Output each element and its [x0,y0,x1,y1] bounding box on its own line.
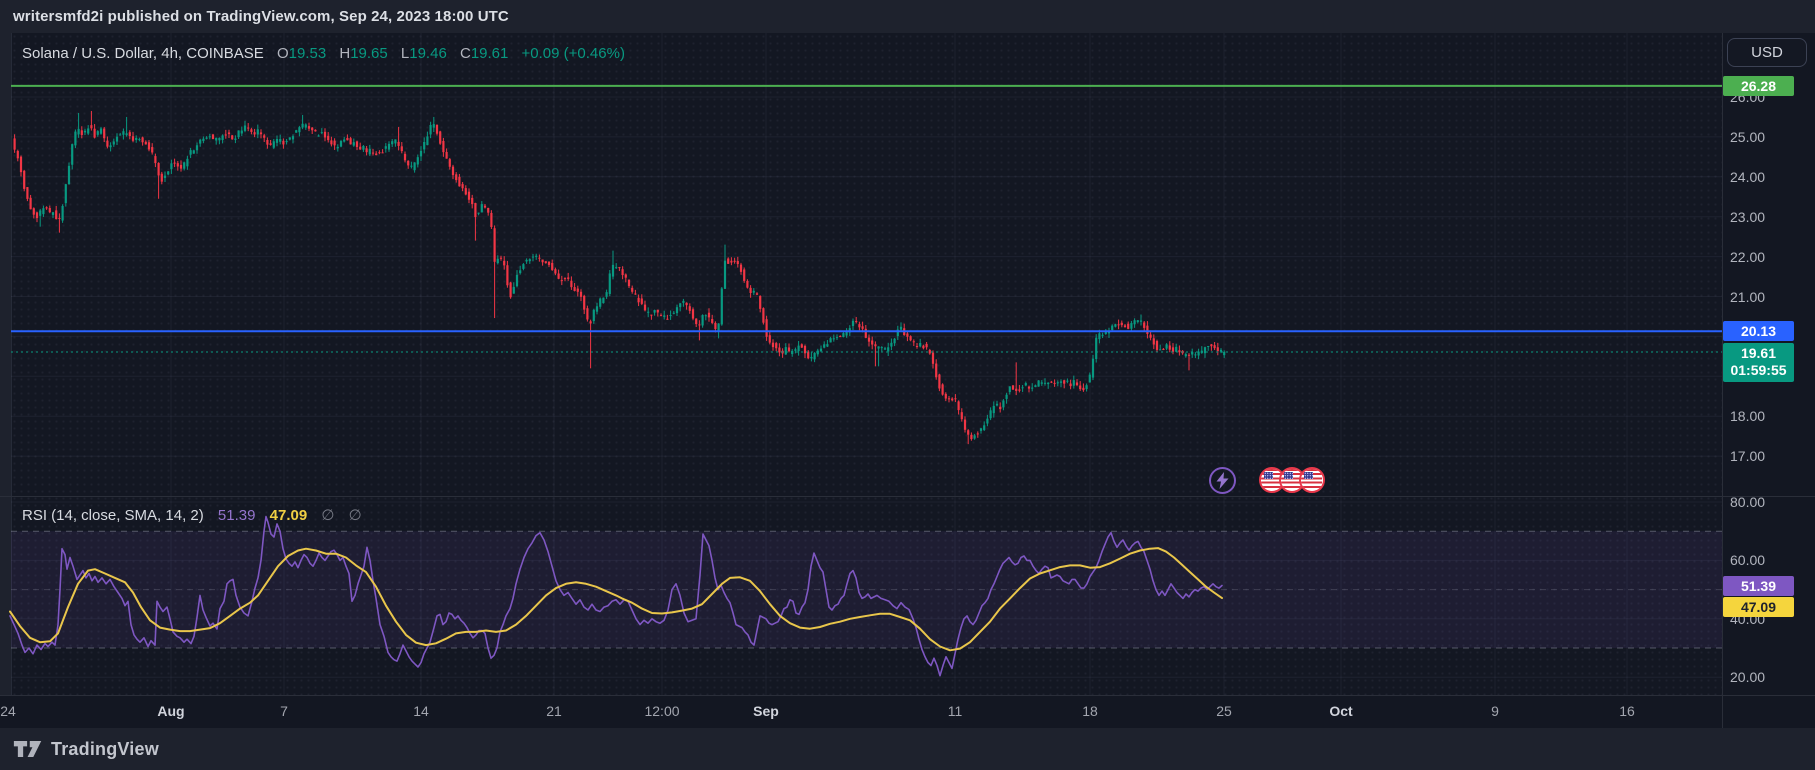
time-axis-label: Aug [157,703,184,719]
price-chart-canvas[interactable] [0,33,1815,728]
price-axis-label: 25.00 [1730,129,1765,145]
rsi-ma-value-label: 47.09 [1723,597,1794,617]
tradingview-logo-icon [13,737,43,761]
price-change: +0.09 (+0.46%) [522,45,625,62]
level-price-label: 20.13 [1723,321,1794,341]
price-axis-label: 23.00 [1730,209,1765,225]
flag-canton [1284,472,1293,479]
publish-banner: writersmfd2i published on TradingView.co… [0,0,1815,34]
time-axis-label: Oct [1329,703,1352,719]
tradingview-logo[interactable]: TradingView [13,737,159,761]
symbol-header[interactable]: Solana / U.S. Dollar, 4h, COINBASE O19.5… [22,45,625,62]
tradingview-logo-text: TradingView [51,739,159,760]
rsi-value: 51.39 [218,507,256,524]
price-axis-label: 17.00 [1730,448,1765,464]
rsi-indicator-header[interactable]: RSI (14, close, SMA, 14, 2) 51.39 47.09 … [22,506,362,524]
flag-canton [1264,472,1273,479]
empty-set-icon: ∅ [321,507,334,524]
time-axis-label: 25 [1216,703,1232,719]
flag-canton [1304,472,1313,479]
lightning-bolt-glyph [1215,472,1230,489]
lightning-event-icon[interactable] [1209,467,1236,494]
time-axis-separator [0,695,1815,696]
price-axis-label: 21.00 [1730,289,1765,305]
time-axis-label: 18 [1082,703,1098,719]
pane-separator[interactable] [0,496,1815,497]
price-axis-label: 22.00 [1730,249,1765,265]
bottom-bar: TradingView [0,728,1815,770]
rsi-value-label: 51.39 [1723,576,1794,596]
time-axis-label: 9 [1491,703,1499,719]
time-axis-label: 16 [1619,703,1635,719]
rsi-title[interactable]: RSI (14, close, SMA, 14, 2) [22,507,204,524]
time-axis-label: 14 [413,703,429,719]
alert-price-label: 26.28 [1723,76,1794,96]
time-axis-label: 7 [280,703,288,719]
ohlc-low-value: 19.46 [409,45,447,62]
chart-region[interactable]: Solana / U.S. Dollar, 4h, COINBASE O19.5… [0,33,1815,728]
rsi-axis-label: 60.00 [1730,552,1765,568]
time-axis-label: Sep [753,703,779,719]
rsi-axis-label: 80.00 [1730,494,1765,510]
price-axis-label: 18.00 [1730,408,1765,424]
ohlc-high-label: H [339,45,350,62]
symbol-title[interactable]: Solana / U.S. Dollar, 4h, COINBASE [22,45,264,62]
publish-banner-text: writersmfd2i published on TradingView.co… [13,8,509,25]
rsi-axis-label: 20.00 [1730,669,1765,685]
ohlc-low-label: L [401,45,409,62]
time-axis-label: 11 [948,703,963,719]
ohlc-high-value: 19.65 [350,45,388,62]
ohlc-open-value: 19.53 [289,45,327,62]
time-axis-label: 12:00 [644,703,679,719]
ohlc-open-label: O [277,45,289,62]
ohlc-close-label: C [460,45,471,62]
last-price-countdown-label: 19.6101:59:55 [1723,343,1794,382]
ohlc-close-value: 19.61 [471,45,509,62]
time-axis-label: 21 [546,703,562,719]
currency-toggle-button[interactable]: USD [1727,38,1807,67]
time-axis-label: 24 [0,703,16,719]
empty-set-icon: ∅ [349,507,362,524]
rsi-ma-value: 47.09 [270,507,308,524]
price-axis-label: 24.00 [1730,169,1765,185]
us-flag-idea-icon[interactable] [1299,467,1325,493]
